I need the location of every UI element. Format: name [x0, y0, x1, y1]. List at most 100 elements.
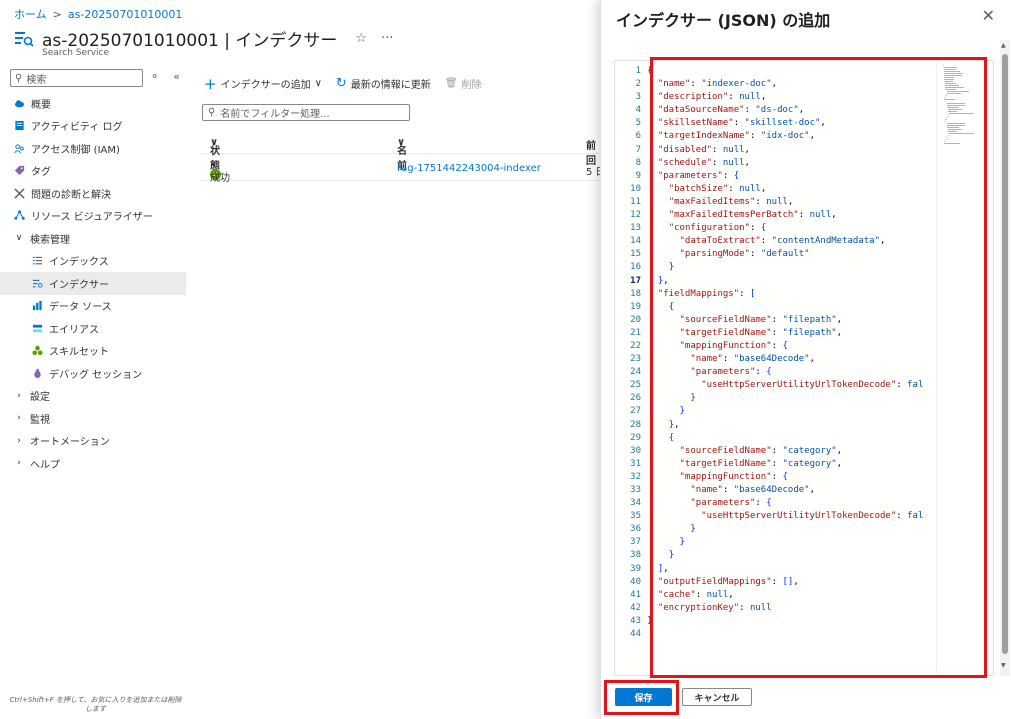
collapse-icon[interactable]: «	[173, 70, 180, 83]
code-line[interactable]: 12 "maxFailedItemsPerBatch": null,	[615, 209, 935, 222]
chevron-down-icon[interactable]: ∨	[315, 78, 322, 89]
code-line[interactable]: 27 }	[615, 405, 935, 418]
code-line[interactable]: 44	[615, 628, 935, 641]
code-line[interactable]: 18 "fieldMappings": [	[615, 288, 935, 301]
code-line[interactable]: 43}	[615, 615, 935, 628]
code-line[interactable]: 4 "dataSourceName": "ds-doc",	[615, 104, 935, 117]
menu-item-overview[interactable]: 概要	[0, 92, 186, 115]
delete-button[interactable]: 🗑 削除	[445, 76, 482, 91]
menu-item-iam[interactable]: アクセス制御 (IAM)	[0, 137, 186, 160]
code-line[interactable]: 36 }	[615, 523, 935, 536]
menu-item-tags[interactable]: タグ	[0, 160, 186, 183]
menu-item-resource-visualizer[interactable]: リソース ビジュアライザー	[0, 205, 186, 228]
code-line[interactable]: 25 "useHttpServerUtilityUrlTokenDecode":…	[615, 379, 935, 392]
code-line[interactable]: 37 }	[615, 536, 935, 549]
column-header-name[interactable]: 名前 ∨	[397, 137, 407, 172]
code-line[interactable]: 29 {	[615, 432, 935, 445]
code-line[interactable]: 19 {	[615, 301, 935, 314]
scroll-up-icon[interactable]: ▲	[1001, 42, 1006, 49]
code-line[interactable]: 13 "configuration": {	[615, 222, 935, 235]
code-line[interactable]: 1{	[615, 65, 935, 78]
minimap-line	[946, 103, 965, 104]
line-code: "name": "base64Decode",	[690, 485, 815, 495]
code-line[interactable]: 38 }	[615, 549, 935, 562]
cancel-button[interactable]: キャンセル	[682, 688, 752, 706]
menu-item-indexers[interactable]: インデクサー	[0, 272, 186, 295]
minimap-line	[944, 69, 957, 70]
star-icon[interactable]: ☆	[355, 31, 367, 46]
menu-item-debug-sessions[interactable]: デバッグ セッション	[0, 362, 186, 385]
code-line[interactable]: 30 "sourceFieldName": "category",	[615, 445, 935, 458]
code-line[interactable]: 35 "useHttpServerUtilityUrlTokenDecode":…	[615, 510, 935, 523]
more-icon[interactable]: ···	[381, 31, 393, 46]
scrollbar-thumb[interactable]	[1002, 54, 1008, 654]
refresh-button[interactable]: ↻ 最新の情報に更新	[336, 76, 431, 91]
code-line[interactable]: 6 "targetIndexName": "idx-doc",	[615, 130, 935, 143]
add-indexer-json-blade: インデクサー (JSON) の追加 ✕ 1{2 "name": "indexer…	[600, 0, 1011, 719]
name-filter-input[interactable]: ⚲ 名前でフィルター処理...	[202, 104, 410, 121]
menu-item-activity-log[interactable]: アクティビティ ログ	[0, 115, 186, 138]
code-line[interactable]: 26 }	[615, 392, 935, 405]
line-number: 31	[630, 458, 641, 469]
code-line[interactable]: 17 },	[615, 275, 935, 288]
line-code: "dataToExtract": "contentAndMetadata",	[679, 236, 886, 247]
code-line[interactable]: 21 "targetFieldName": "filepath",	[615, 327, 935, 340]
code-line[interactable]: 15 "parsingMode": "default"	[615, 248, 935, 261]
menu-item-aliases[interactable]: エイリアス	[0, 317, 186, 340]
menu-search-input[interactable]: ⚲ 検索	[10, 69, 143, 87]
table-row[interactable]: ✓ 成功 rag-1751442243004-indexer 5 日	[200, 157, 606, 184]
column-header-status[interactable]: 状態 ∨	[210, 137, 220, 172]
code-line[interactable]: 3 "description": null,	[615, 91, 935, 104]
menu-item-diagnose[interactable]: 問題の診断と解決	[0, 182, 186, 205]
minimap-line	[946, 127, 959, 128]
menu-group-settings[interactable]: › 設定	[0, 385, 186, 408]
line-number: 38	[630, 550, 641, 561]
menu-group-help[interactable]: › ヘルプ	[0, 452, 186, 475]
code-line[interactable]: 24 "parameters": {	[615, 366, 935, 379]
code-line[interactable]: 14 "dataToExtract": "contentAndMetadata"…	[615, 235, 935, 248]
settings-icon[interactable]: ⚬	[150, 70, 159, 83]
line-number: 37	[630, 537, 641, 548]
menu-item-label: インデックス	[49, 257, 109, 269]
code-line[interactable]: 16 }	[615, 261, 935, 274]
editor-minimap[interactable]	[936, 61, 995, 675]
code-line[interactable]: 8 "schedule": null,	[615, 157, 935, 170]
code-line[interactable]: 7 "disabled": null,	[615, 144, 935, 157]
breadcrumb-current[interactable]: as-20250701010001	[68, 8, 182, 21]
menu-group-search-management[interactable]: ∨ 検索管理	[0, 227, 186, 250]
menu-item-indexes[interactable]: インデックス	[0, 250, 186, 273]
blade-scrollbar[interactable]: ▲ ▼	[1000, 40, 1010, 676]
code-line[interactable]: 41 "cache": null,	[615, 589, 935, 602]
code-line[interactable]: 40 "outputFieldMappings": [],	[615, 576, 935, 589]
code-line[interactable]: 34 "parameters": {	[615, 497, 935, 510]
code-line[interactable]: 31 "targetFieldName": "category",	[615, 458, 935, 471]
breadcrumb-home[interactable]: ホーム	[14, 6, 47, 22]
close-icon[interactable]: ✕	[982, 6, 995, 25]
code-line[interactable]: 39 ],	[615, 563, 935, 576]
code-line[interactable]: 2 "name": "indexer-doc",	[615, 78, 935, 91]
code-line[interactable]: 5 "skillsetName": "skillset-doc",	[615, 117, 935, 130]
code-line[interactable]: 33 "name": "base64Decode",	[615, 484, 935, 497]
code-line[interactable]: 22 "mappingFunction": {	[615, 340, 935, 353]
json-editor[interactable]: 1{2 "name": "indexer-doc", 3 "description…	[614, 60, 994, 676]
code-line[interactable]: 32 "mappingFunction": {	[615, 471, 935, 484]
code-line[interactable]: 23 "name": "base64Decode",	[615, 353, 935, 366]
menu-group-automation[interactable]: › オートメーション	[0, 430, 186, 453]
row-indexer-link[interactable]: rag-1751442243004-indexer	[397, 163, 541, 174]
menu-item-data-sources[interactable]: データ ソース	[0, 295, 186, 318]
search-icon: ⚲	[208, 107, 216, 118]
code-line[interactable]: 9 "parameters": {	[615, 170, 935, 183]
code-line[interactable]: 11 "maxFailedItems": null,	[615, 196, 935, 209]
code-line[interactable]: 10 "batchSize": null,	[615, 183, 935, 196]
people-icon	[14, 144, 24, 154]
scroll-down-icon[interactable]: ▼	[1001, 662, 1006, 669]
code-line[interactable]: 20 "sourceFieldName": "filepath",	[615, 314, 935, 327]
code-line[interactable]: 42 "encryptionKey": null	[615, 602, 935, 615]
menu-item-skillsets[interactable]: スキルセット	[0, 340, 186, 363]
save-button[interactable]: 保存	[615, 688, 672, 706]
code-line[interactable]: 28 },	[615, 419, 935, 432]
add-indexer-button[interactable]: + インデクサーの追加 ∨	[204, 76, 322, 91]
graph-icon	[14, 210, 25, 220]
minimap-line	[945, 83, 957, 84]
menu-group-monitoring[interactable]: › 監視	[0, 407, 186, 430]
